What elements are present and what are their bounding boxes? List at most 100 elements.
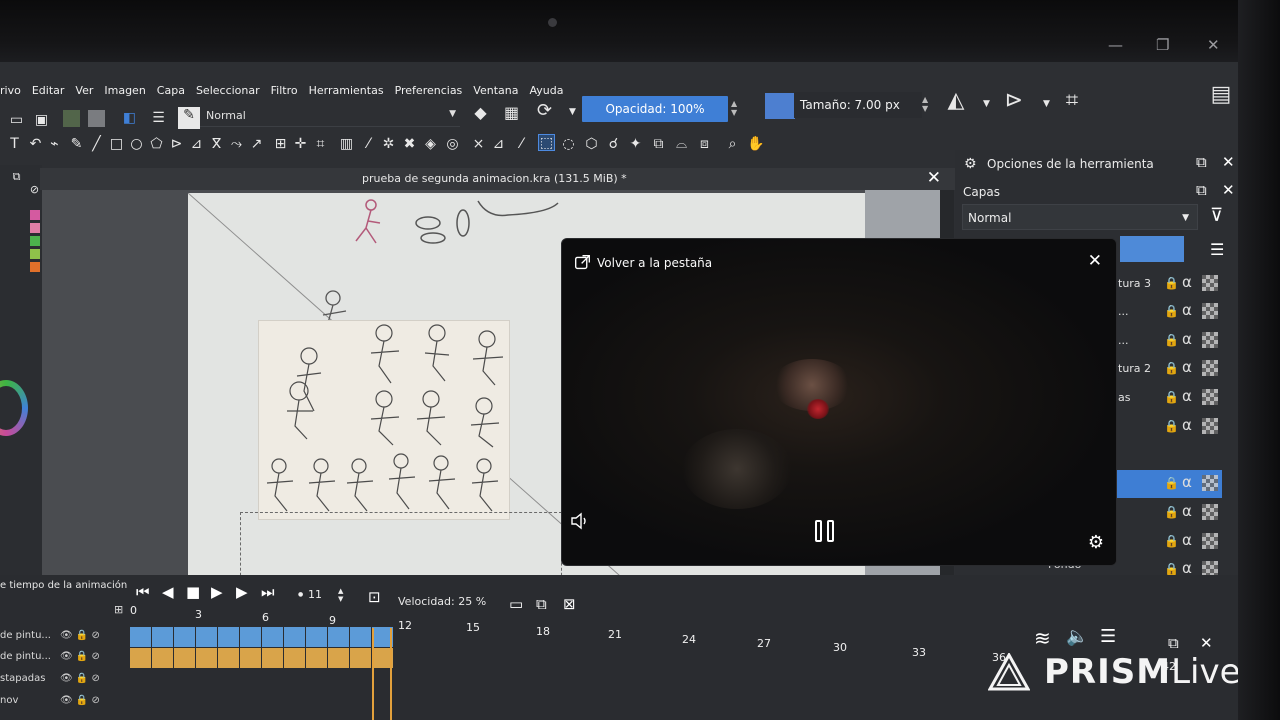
onion-skin-settings-icon[interactable]: ⧉: [536, 595, 547, 613]
gradient-tool-icon[interactable]: ▥: [338, 136, 355, 153]
keyframe-cell[interactable]: [174, 648, 196, 668]
pause-icon[interactable]: [815, 520, 837, 544]
dynamic-brush-tool-icon[interactable]: ⤳: [228, 136, 245, 153]
layer-opacity-slider[interactable]: [1120, 236, 1184, 262]
menu-seleccionar[interactable]: Seleccionar: [196, 84, 260, 97]
float-panel-icon[interactable]: ⧉: [1196, 153, 1207, 171]
color-picker-tool-icon[interactable]: ⁄: [360, 136, 377, 153]
menu-archivo[interactable]: rivo: [0, 84, 21, 97]
color-chip[interactable]: [30, 249, 40, 259]
lock-icon[interactable]: 🔒: [1164, 505, 1179, 519]
swap-colors-icon[interactable]: ◧: [121, 110, 138, 127]
keyframe-cell[interactable]: [350, 627, 372, 647]
keyframe-cell[interactable]: [284, 648, 306, 668]
brush-tool-icon[interactable]: ✎: [68, 136, 85, 153]
keyframe-cell[interactable]: [306, 627, 328, 647]
inherit-alpha-icon[interactable]: [1202, 504, 1218, 520]
crop-tool-icon[interactable]: ⌗: [312, 136, 329, 153]
gear-icon[interactable]: ⚙: [1088, 532, 1104, 553]
volume-icon[interactable]: [570, 511, 590, 531]
layer-row[interactable]: 🔒 α: [1110, 528, 1222, 556]
alpha-lock-icon[interactable]: α: [1182, 502, 1192, 520]
lock-icon[interactable]: 🔒: [1164, 333, 1179, 347]
layer-row[interactable]: tura 3 🔒 α: [1110, 270, 1222, 298]
keyframe-cell[interactable]: [218, 627, 240, 647]
alpha-lock-icon[interactable]: α: [1182, 330, 1192, 348]
alpha-lock-icon[interactable]: α: [1182, 358, 1192, 376]
bezier-tool-icon[interactable]: ⊿: [188, 136, 205, 153]
menu-preferencias[interactable]: Preferencias: [395, 84, 463, 97]
fill-tool-icon[interactable]: ◈: [422, 136, 439, 153]
menu-herramientas[interactable]: Herramientas: [309, 84, 384, 97]
alpha-lock-icon[interactable]: α: [1182, 416, 1192, 434]
menu-imagen[interactable]: Imagen: [104, 84, 145, 97]
menu-icon[interactable]: ☰: [1210, 240, 1224, 259]
onion-skin-icon[interactable]: ▭: [509, 595, 523, 613]
track-name[interactable]: nov: [0, 695, 18, 706]
wrap-around-icon[interactable]: ⌗: [1060, 90, 1084, 116]
bezier-select-tool-icon[interactable]: ⌓: [673, 136, 690, 153]
audio-icon[interactable]: ⊠: [563, 595, 576, 613]
text-tool-icon[interactable]: T: [6, 136, 23, 153]
close-icon[interactable]: ✕: [1088, 251, 1102, 271]
keyframe-cell[interactable]: [152, 648, 174, 668]
color-chip[interactable]: [30, 262, 40, 272]
ellipse-tool-icon[interactable]: ○: [128, 136, 145, 153]
keyframe-cell[interactable]: [174, 627, 196, 647]
zoom-tool-icon[interactable]: ⌕: [724, 136, 741, 153]
play-icon[interactable]: ▶: [211, 583, 223, 601]
blend-mode-select[interactable]: Normal ▼: [200, 109, 460, 127]
smart-patch-tool-icon[interactable]: ✖: [401, 136, 418, 153]
keyframe-cell[interactable]: [240, 627, 262, 647]
brush-preset-icon[interactable]: ✎: [178, 107, 200, 129]
color-chip[interactable]: [30, 210, 40, 220]
close-panel-icon[interactable]: ✕: [1222, 181, 1235, 199]
color-chip[interactable]: [30, 223, 40, 233]
layer-row[interactable]: tura 2 🔒 α: [1110, 355, 1222, 383]
brush-size-slider[interactable]: Tamaño: 7.00 px: [794, 92, 922, 118]
stop-icon[interactable]: ■: [186, 583, 200, 601]
polygon-tool-icon[interactable]: ⬠: [148, 136, 165, 153]
track-name[interactable]: stapadas: [0, 673, 45, 684]
track-visibility-icon[interactable]: 👁 🔒 ⊘: [60, 695, 100, 706]
brush-color-swatch[interactable]: [765, 93, 795, 119]
maximize-button[interactable]: ❐: [1156, 36, 1169, 54]
enclose-fill-tool-icon[interactable]: ◎: [444, 136, 461, 153]
close-panel-icon[interactable]: ✕: [1222, 153, 1235, 171]
close-panel-icon[interactable]: ✕: [1200, 634, 1213, 652]
layer-blend-mode-select[interactable]: Normal ▼: [962, 204, 1198, 230]
keyframe-cell[interactable]: [284, 627, 306, 647]
keyframe-cell[interactable]: [240, 648, 262, 668]
size-spinner[interactable]: ▲ ▼: [922, 95, 928, 113]
frame-spinner[interactable]: ▲ ▼: [338, 587, 343, 603]
alpha-lock-icon[interactable]: α: [1182, 531, 1192, 549]
lock-icon[interactable]: 🔒: [1164, 562, 1179, 576]
next-frame-icon[interactable]: ▶: [236, 583, 248, 601]
track-visibility-icon[interactable]: 👁 🔒 ⊘: [60, 630, 100, 641]
layer-row[interactable]: 🔒 α: [1110, 413, 1222, 441]
multibrush-tool-icon[interactable]: ↗: [248, 136, 265, 153]
polygon-select-tool-icon[interactable]: ⬡: [583, 136, 600, 153]
mirror-horizontal-icon[interactable]: ◭: [944, 90, 968, 116]
back-to-tab-button[interactable]: Volver a la pestaña: [574, 254, 712, 271]
opacity-slider[interactable]: Opacidad: 100%: [582, 96, 728, 122]
keyframe-cell[interactable]: [218, 648, 240, 668]
calligraphy-tool-icon[interactable]: ↶: [27, 136, 44, 153]
last-frame-icon[interactable]: ⏭: [261, 583, 275, 601]
freehand-select-tool-icon[interactable]: ☌: [605, 136, 622, 153]
polyline-tool-icon[interactable]: ⊳: [168, 136, 185, 153]
dock-float-icon[interactable]: ⧉: [8, 168, 25, 185]
float-panel-icon[interactable]: ⧉: [1168, 634, 1179, 652]
layer-row[interactable]: ... 🔒 α: [1110, 298, 1222, 326]
menu-ventana[interactable]: Ventana: [473, 84, 518, 97]
inherit-alpha-icon[interactable]: [1202, 332, 1218, 348]
track-visibility-icon[interactable]: 👁 🔒 ⊘: [60, 651, 100, 662]
lock-icon[interactable]: 🔒: [1164, 304, 1179, 318]
keyframe-cell[interactable]: [130, 627, 152, 647]
layer-row[interactable]: as 🔒 α: [1110, 384, 1222, 412]
freehand-path-tool-icon[interactable]: ⴳ: [208, 136, 225, 153]
lock-icon[interactable]: 🔒: [1164, 276, 1179, 290]
inherit-alpha-icon[interactable]: [1202, 275, 1218, 291]
track-name[interactable]: de pintu...: [0, 630, 51, 641]
measure-tool-icon[interactable]: ⊿: [490, 136, 507, 153]
